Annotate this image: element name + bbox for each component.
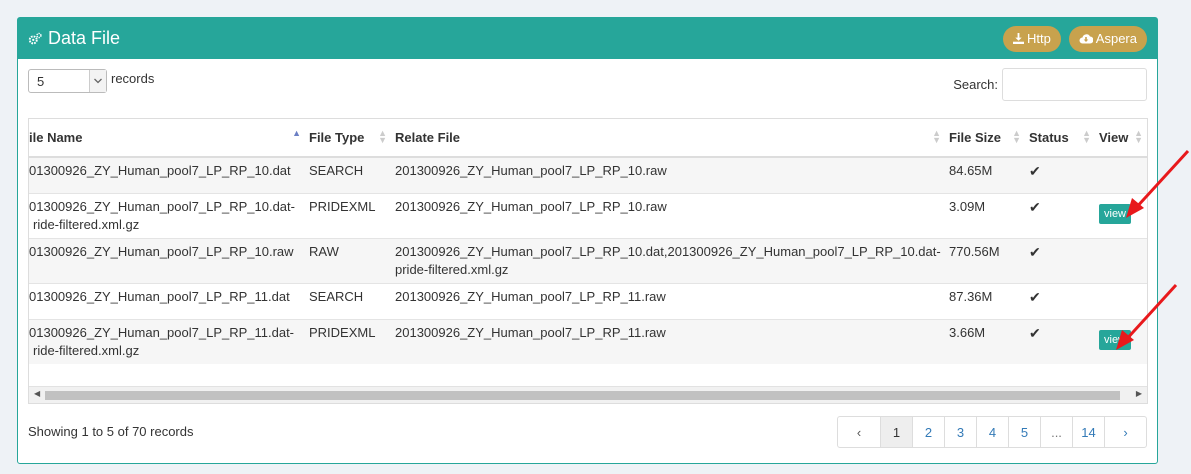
pagination-page[interactable]: 3 [944,417,976,447]
file-size-cell: 87.36M [945,283,1025,320]
relate-file-cell: 201300926_ZY_Human_pool7_LP_RP_11.raw [391,319,945,364]
table-row: 01300926_ZY_Human_pool7_LP_RP_11.dat SEA… [29,283,1147,320]
view-button[interactable]: view [1099,330,1132,350]
data-file-panel: Data File Http Aspera 5 records Search: … [17,17,1158,464]
scrollbar-thumb[interactable] [45,391,1120,400]
sort-icon: ▲ ▼ [378,128,387,145]
pagination-page[interactable]: 4 [976,417,1008,447]
sort-icon: ▲ ▼ [932,128,941,145]
download-icon [1012,33,1024,44]
data-file-table-wrapper: ile Name ▲ File Type ▲ ▼ Relate File ▲ ▼ F… [28,118,1148,404]
file-size-cell: 3.09M [945,193,1025,239]
file-size-cell: 3.66M [945,319,1025,364]
file-name-cell: 01300926_ZY_Human_pool7_LP_RP_10.raw [29,238,305,284]
view-button[interactable]: view [1099,204,1132,224]
scroll-right-icon[interactable]: ▶ [1136,389,1142,398]
sort-ascending-icon: ▲ [292,128,301,138]
records-per-page-select[interactable]: 5 [28,69,107,93]
pagination-page[interactable]: 14 [1072,417,1104,447]
view-cell [1095,283,1147,320]
column-header-relate-file[interactable]: Relate File ▲ ▼ [391,119,945,158]
view-cell [1095,156,1147,194]
search-label: Search: [953,77,998,92]
sort-icon: ▲ ▼ [1012,128,1021,145]
pagination-ellipsis: ... [1040,417,1072,447]
sort-icon: ▲ ▼ [1082,128,1091,145]
records-per-page-value: 5 [37,73,45,89]
column-header-file-size[interactable]: File Size ▲ ▼ [945,119,1025,158]
search-control: Search: [953,68,1147,101]
file-size-cell: 84.65M [945,156,1025,194]
column-header-file-type[interactable]: File Type ▲ ▼ [305,119,391,158]
status-check-icon: ✔ [1025,193,1095,239]
pagination-page[interactable]: 5 [1008,417,1040,447]
file-name-cell: 01300926_ZY_Human_pool7_LP_RP_11.dat [29,283,305,320]
file-type-cell: SEARCH [305,156,391,194]
horizontal-scrollbar[interactable]: ◀ ▶ [29,386,1147,403]
status-check-icon: ✔ [1025,319,1095,364]
http-label: Http [1026,31,1051,46]
data-file-table: ile Name ▲ File Type ▲ ▼ Relate File ▲ ▼ F… [29,119,1147,364]
search-input[interactable] [1002,68,1147,101]
aspera-download-button[interactable]: Aspera [1068,25,1147,52]
pagination-next[interactable]: › [1104,417,1146,447]
view-cell: view [1095,193,1147,239]
relate-file-cell: 201300926_ZY_Human_pool7_LP_RP_10.raw [391,193,945,239]
pagination: ‹ 1 2 3 4 5 ... 14 › [837,416,1147,448]
view-cell [1095,238,1147,284]
scroll-left-icon[interactable]: ◀ [34,389,40,398]
cloud-download-icon [1079,34,1093,44]
relate-file-cell: 201300926_ZY_Human_pool7_LP_RP_11.raw [391,283,945,320]
aspera-label: Aspera [1095,31,1137,46]
column-header-status[interactable]: Status ▲ ▼ [1025,119,1095,158]
column-header-file-name[interactable]: ile Name ▲ [29,119,305,158]
file-type-cell: SEARCH [305,283,391,320]
status-check-icon: ✔ [1025,283,1095,320]
sort-icon: ▲ ▼ [1134,128,1143,145]
panel-header: Data File Http Aspera [18,18,1157,59]
records-label: records [111,70,155,86]
relate-file-cell: 201300926_ZY_Human_pool7_LP_RP_10.dat,20… [391,238,945,284]
http-download-button[interactable]: Http [1002,25,1061,52]
status-check-icon: ✔ [1025,156,1095,194]
relate-file-cell: 201300926_ZY_Human_pool7_LP_RP_10.raw [391,156,945,194]
view-cell: view [1095,319,1147,364]
pagination-previous[interactable]: ‹ [838,417,880,447]
file-type-cell: PRIDEXML [305,193,391,239]
table-row: 01300926_ZY_Human_pool7_LP_RP_11.dat-rid… [29,319,1147,364]
pagination-page[interactable]: 1 [880,417,912,447]
length-control: 5 records [28,69,154,93]
file-name-cell: 01300926_ZY_Human_pool7_LP_RP_10.dat-rid… [29,193,305,239]
table-row: 01300926_ZY_Human_pool7_LP_RP_10.dat-rid… [29,193,1147,239]
table-header-row: ile Name ▲ File Type ▲ ▼ Relate File ▲ ▼ F… [29,119,1147,158]
file-type-cell: PRIDEXML [305,319,391,364]
file-size-cell: 770.56M [945,238,1025,284]
gears-icon [28,32,42,44]
panel-title: Data File [48,28,121,48]
pagination-page[interactable]: 2 [912,417,944,447]
column-header-view[interactable]: View ▲ ▼ [1095,119,1147,158]
table-row: 01300926_ZY_Human_pool7_LP_RP_10.dat SEA… [29,156,1147,194]
file-type-cell: RAW [305,238,391,284]
chevron-down-icon[interactable] [89,70,106,92]
table-row: 01300926_ZY_Human_pool7_LP_RP_10.raw RAW… [29,238,1147,284]
file-name-cell: 01300926_ZY_Human_pool7_LP_RP_10.dat [29,156,305,194]
file-name-cell: 01300926_ZY_Human_pool7_LP_RP_11.dat-rid… [29,319,305,364]
table-info: Showing 1 to 5 of 70 records [28,424,194,439]
status-check-icon: ✔ [1025,238,1095,284]
